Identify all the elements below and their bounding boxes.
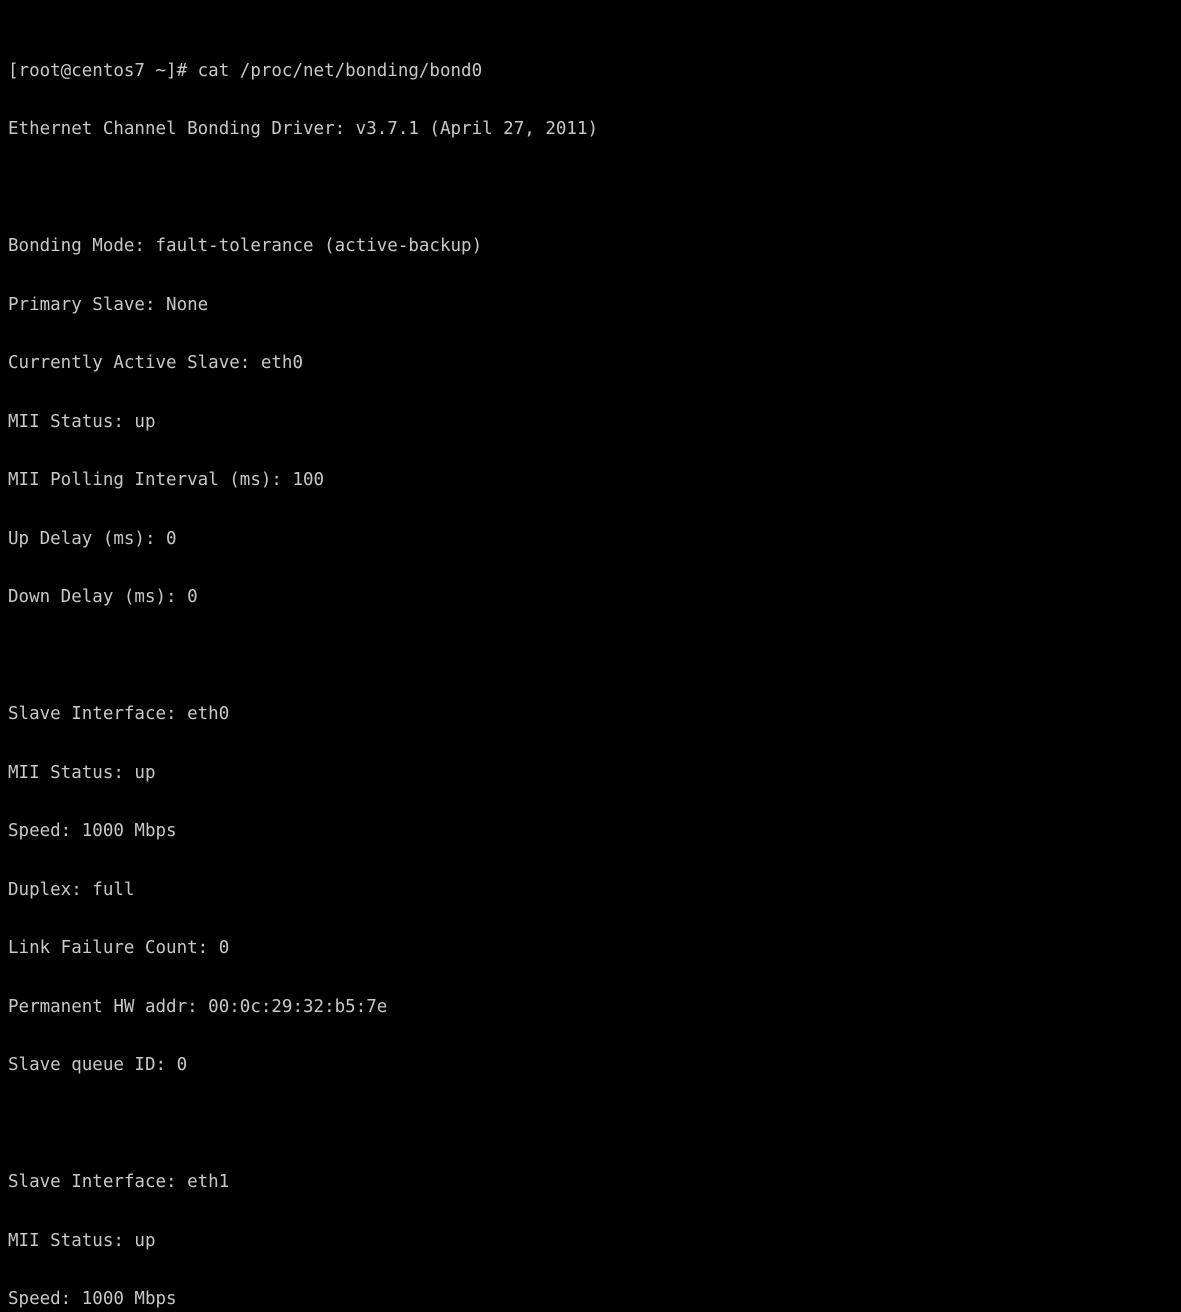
terminal-output-area[interactable]: [root@centos7 ~]# cat /proc/net/bonding/… xyxy=(8,3,1181,1312)
terminal-line-up-delay: Up Delay (ms): 0 xyxy=(8,528,177,549)
terminal-window[interactable]: [root@centos7 ~]# cat /proc/net/bonding/… xyxy=(0,0,1181,1309)
terminal-line-slave0-mii-status: MII Status: up xyxy=(8,762,156,783)
terminal-line-slave1-mii-status: MII Status: up xyxy=(8,1230,156,1251)
terminal-line-primary-slave: Primary Slave: None xyxy=(8,294,209,315)
terminal-line-command-prompt: [root@centos7 ~]# cat /proc/net/bonding/… xyxy=(8,60,483,81)
terminal-line-currently-active-slave: Currently Active Slave: eth0 xyxy=(8,353,304,373)
terminal-line-slave1-interface: Slave Interface: eth1 xyxy=(8,1172,230,1192)
terminal-line-slave0-link-failure-count: Link Failure Count: 0 xyxy=(8,938,230,958)
terminal-line-slave0-permanent-hw-addr: Permanent HW addr: 00:0c:29:32:b5:7e xyxy=(8,996,388,1017)
terminal-line-bonding-mode: Bonding Mode: fault-tolerance (active-ba… xyxy=(8,236,483,256)
terminal-line-slave0-interface: Slave Interface: eth0 xyxy=(8,704,230,724)
terminal-line-mii-polling-interval: MII Polling Interval (ms): 100 xyxy=(8,470,325,490)
terminal-line-mii-status: MII Status: up xyxy=(8,411,156,432)
terminal-line-down-delay: Down Delay (ms): 0 xyxy=(8,587,198,607)
terminal-line-slave0-duplex: Duplex: full xyxy=(8,879,135,900)
terminal-line-driver-version: Ethernet Channel Bonding Driver: v3.7.1 … xyxy=(8,119,599,139)
terminal-line-slave0-queue-id: Slave queue ID: 0 xyxy=(8,1055,188,1075)
terminal-line-slave1-speed: Speed: 1000 Mbps xyxy=(8,1289,177,1309)
terminal-line-slave0-speed: Speed: 1000 Mbps xyxy=(8,821,177,841)
